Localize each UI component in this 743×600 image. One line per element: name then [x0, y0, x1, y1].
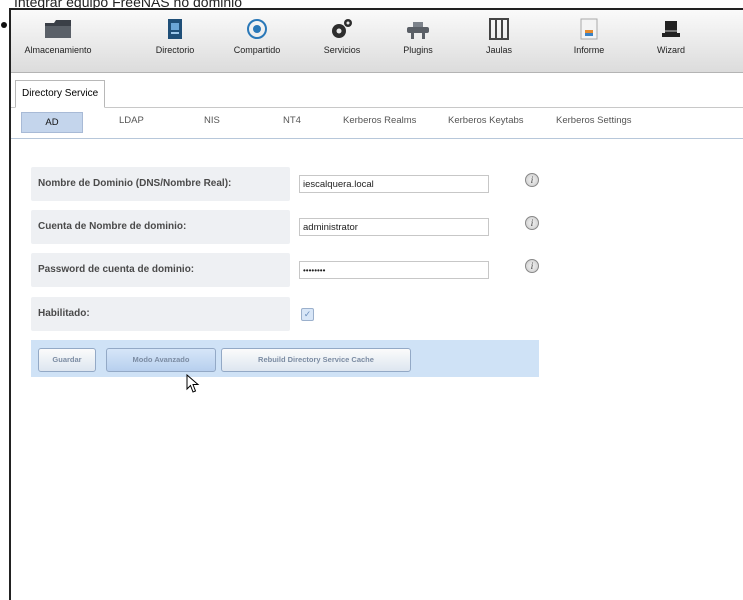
share-icon — [247, 19, 267, 39]
toolbar-label-report: Informe — [573, 45, 605, 55]
toolbar-item-plugins[interactable]: Plugins — [397, 14, 439, 68]
mouse-cursor-icon — [186, 374, 200, 393]
advanced-mode-button[interactable]: Modo Avanzado — [106, 348, 216, 372]
toolbar-label-storage: Almacenamiento — [24, 45, 92, 55]
password-info-icon[interactable]: i — [525, 259, 539, 273]
password-input[interactable]: •••••••• — [299, 261, 489, 279]
toolbar-item-directory[interactable]: Directorio — [150, 14, 200, 68]
domain-label: Nombre de Dominio (DNS/Nombre Real): — [31, 167, 290, 201]
password-label: Password de cuenta de dominio: — [31, 253, 290, 287]
toolbar-label-wizard: Wizard — [656, 45, 685, 55]
tab-directory-service[interactable]: Directory Service — [15, 80, 106, 108]
plugins-icon — [407, 22, 429, 39]
toolbar-item-share[interactable]: Compartido — [229, 14, 285, 68]
subtab-nt4[interactable]: NT4 — [283, 115, 301, 126]
enabled-checkbox[interactable]: ✓ — [301, 308, 314, 321]
toolbar-item-services[interactable]: Servicios — [317, 14, 367, 68]
list-bullet — [1, 22, 7, 28]
form-button-bar: Guardar Modo Avanzado Rebuild Directory … — [31, 340, 539, 377]
toolbar-item-storage[interactable]: Almacenamiento — [19, 14, 97, 68]
report-icon — [580, 18, 598, 40]
toolbar-label-jails: Jaulas — [485, 45, 512, 55]
toolbar-label-directory: Directorio — [155, 45, 195, 55]
account-label: Cuenta de Nombre de dominio: — [31, 210, 290, 244]
toolbar-item-wizard[interactable]: Wizard — [651, 14, 691, 68]
subtab-kerberos-realms[interactable]: Kerberos Realms — [343, 115, 416, 126]
toolbar-label-plugins: Plugins — [403, 45, 433, 55]
subtab-kerberos-keytabs[interactable]: Kerberos Keytabs — [448, 115, 524, 126]
save-button[interactable]: Guardar — [38, 348, 96, 372]
gears-icon — [332, 19, 352, 38]
toolbar-label-share: Compartido — [233, 45, 281, 55]
subtab-bar: AD LDAP NIS NT4 Kerberos Realms Kerberos… — [11, 108, 743, 139]
subtab-kerberos-settings[interactable]: Kerberos Settings — [556, 115, 632, 126]
subtab-ldap[interactable]: LDAP — [119, 115, 144, 126]
folder-icon — [45, 20, 71, 38]
main-tabstrip: Directory Service — [11, 73, 743, 108]
rebuild-cache-button[interactable]: Rebuild Directory Service Cache — [221, 348, 411, 372]
wizard-hat-icon — [662, 21, 680, 37]
freenas-window: Almacenamiento Directorio Compartido Ser… — [9, 8, 743, 600]
subtab-nis[interactable]: NIS — [204, 115, 220, 126]
main-toolbar: Almacenamiento Directorio Compartido Ser… — [11, 10, 743, 73]
subtab-ad[interactable]: AD — [21, 112, 83, 133]
domain-info-icon[interactable]: i — [525, 173, 539, 187]
domain-input[interactable]: iescalquera.local — [299, 175, 489, 193]
account-info-icon[interactable]: i — [525, 216, 539, 230]
account-input[interactable]: administrator — [299, 218, 489, 236]
directory-icon — [168, 19, 182, 39]
toolbar-item-report[interactable]: Informe — [569, 14, 609, 68]
toolbar-label-services: Servicios — [323, 45, 361, 55]
toolbar-item-jails[interactable]: Jaulas — [481, 14, 517, 68]
enabled-label: Habilitado: — [31, 297, 290, 331]
jail-icon — [489, 18, 509, 40]
